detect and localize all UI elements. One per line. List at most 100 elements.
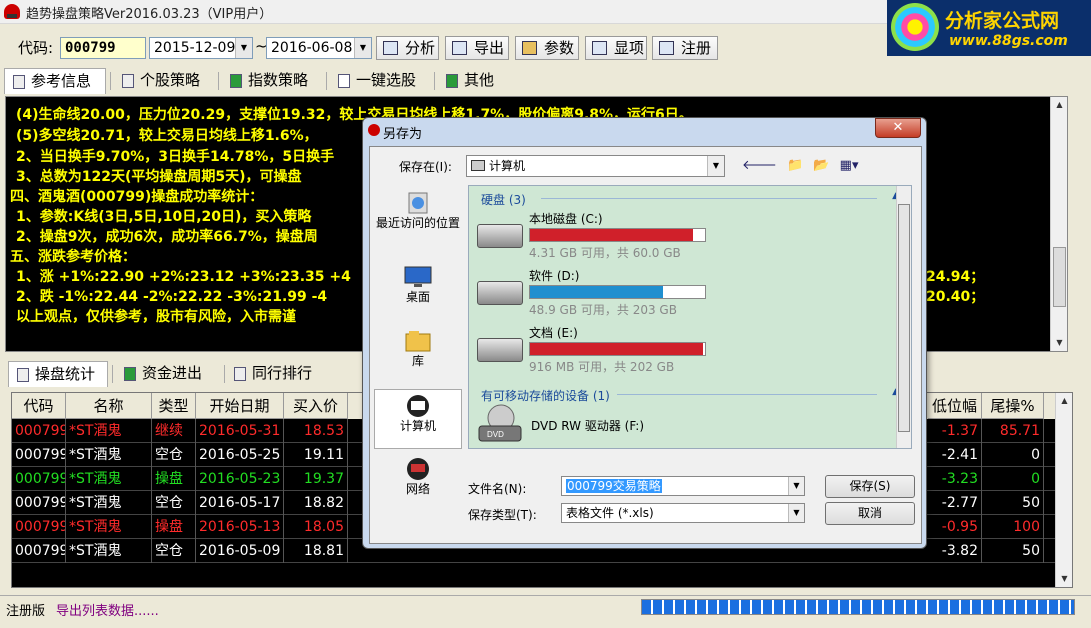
params-label: 参数 [544, 39, 575, 57]
tab-label: 参考信息 [31, 72, 92, 90]
place-desktop[interactable]: 桌面 [374, 261, 462, 321]
drive-usage-bar [529, 228, 706, 242]
place-label: 最近访问的位置 [375, 216, 460, 230]
save-button[interactable]: 保存(S) [825, 475, 915, 498]
settings-icon [522, 41, 537, 55]
chevron-down-icon[interactable]: ▼ [707, 156, 724, 176]
table-cell-code: 000799 [12, 491, 66, 515]
cancel-button[interactable]: 取消 [825, 502, 915, 525]
drive-usage-fill [530, 229, 693, 241]
tab-label: 同行排行 [252, 364, 313, 382]
new-folder-icon[interactable]: 📂 [813, 158, 829, 173]
view-menu-icon[interactable]: ▦▾ [840, 158, 859, 173]
console-line: 2、当日换手9.70%，3日换手14.78%，5日换手 [16, 149, 335, 165]
date-from-picker[interactable]: 2015-12-09 ▼ [149, 37, 253, 59]
dialog-title: 另存为 [383, 127, 423, 142]
table-cell-date: 2016-05-09 [196, 539, 284, 563]
console-line-right: 20.40； [926, 289, 985, 305]
code-input[interactable]: 000799 [60, 37, 146, 59]
table-scrollbar[interactable]: ▲ ▼ [1055, 393, 1072, 587]
drive-name: 软件 (D:) [529, 269, 580, 283]
save-in-value: 计算机 [489, 159, 526, 173]
site-logo: 分析家公式网 www.88gs.com [887, 0, 1091, 56]
filetype-select[interactable]: 表格文件 (*.xls) ▼ [561, 503, 805, 523]
drive-item[interactable]: 文档 (E:) 916 MB 可用，共 202 GB [477, 324, 897, 378]
tab-stock-strategy[interactable]: 个股策略 [114, 68, 214, 94]
tab-index-strategy[interactable]: 指数策略 [222, 68, 322, 94]
drive-item[interactable]: 软件 (D:) 48.9 GB 可用，共 203 GB [477, 267, 897, 321]
file-view-scrollbar[interactable] [896, 186, 911, 448]
save-in-combo[interactable]: 计算机 ▼ [466, 155, 725, 177]
filetype-value: 表格文件 (*.xls) [566, 506, 654, 520]
display-button[interactable]: 显项 [585, 36, 647, 60]
table-cell-type: 空仓 [152, 443, 196, 467]
column-header[interactable]: 类型 [152, 393, 196, 419]
drive-item[interactable]: 本地磁盘 (C:) 4.31 GB 可用，共 60.0 GB [477, 210, 897, 264]
tab-trade-stats[interactable]: 操盘统计 [8, 361, 108, 387]
export-button[interactable]: 导出 [445, 36, 509, 60]
display-label: 显项 [614, 39, 645, 57]
filename-input[interactable]: 000799交易策略 ▼ [561, 476, 805, 496]
column-header[interactable]: 低位幅 [928, 393, 982, 419]
chevron-down-icon[interactable]: ▼ [235, 38, 252, 58]
scroll-down-icon[interactable]: ▼ [1056, 571, 1072, 587]
column-header[interactable]: 买入价 [284, 393, 348, 419]
table-cell-low: -1.37 [928, 419, 982, 443]
scroll-thumb[interactable] [898, 204, 910, 432]
back-icon[interactable]: 🡐 [742, 158, 777, 173]
scroll-thumb[interactable] [1053, 247, 1066, 307]
save-in-label: 保存在(I): [399, 160, 452, 174]
folder-up-icon[interactable]: 📁 [787, 158, 803, 173]
tab-reference[interactable]: 参考信息 [4, 68, 106, 94]
place-library[interactable]: 库 [374, 325, 462, 385]
hard-drive-icon [477, 224, 523, 248]
table-cell-code: 000799 [12, 419, 66, 443]
console-line: 四、酒鬼酒(000799)操盘成功率统计： [10, 189, 264, 205]
scroll-down-icon[interactable]: ▼ [1051, 335, 1067, 351]
chevron-down-icon[interactable]: ▼ [788, 504, 804, 522]
place-network[interactable]: 网络 [374, 453, 462, 513]
app-icon [4, 4, 20, 19]
console-scrollbar[interactable]: ▲ ▼ [1050, 97, 1067, 351]
column-header[interactable]: 尾操% [982, 393, 1044, 419]
column-header[interactable]: 开始日期 [196, 393, 284, 419]
table-cell-name: *ST酒鬼 [66, 515, 152, 539]
tab-other[interactable]: 其他 [438, 68, 508, 94]
close-button[interactable]: ✕ [875, 118, 921, 138]
table-cell-tail: 0 [982, 467, 1044, 491]
drive-usage-bar [529, 285, 706, 299]
date-to-picker[interactable]: 2016-06-08 ▼ [266, 37, 372, 59]
console-line: 以上观点，仅供参考，股市有风险，入市需谨 [16, 309, 296, 325]
desktop-icon [404, 266, 432, 287]
chevron-down-icon[interactable]: ▼ [354, 38, 371, 58]
drive-usage-bar [529, 342, 706, 356]
tab-fund-flow[interactable]: 资金进出 [116, 361, 220, 387]
register-button[interactable]: 注册 [652, 36, 718, 60]
group-header-removable[interactable]: 有可移动存储的设备 (1) [481, 387, 610, 404]
table-cell-code: 000799 [12, 515, 66, 539]
table-cell-price: 18.81 [284, 539, 348, 563]
computer-icon [407, 395, 429, 417]
book-icon [230, 74, 242, 88]
drive-info: 4.31 GB 可用，共 60.0 GB [529, 246, 681, 260]
computer-icon [471, 160, 485, 171]
params-button[interactable]: 参数 [515, 36, 579, 60]
scroll-up-icon[interactable]: ▲ [1051, 97, 1067, 113]
column-header[interactable]: 代码 [12, 393, 66, 419]
group-header-hdd[interactable]: 硬盘 (3) [481, 191, 526, 208]
app-icon [368, 124, 380, 136]
dvd-drive-icon: DVD [478, 404, 522, 442]
tab-one-click-select[interactable]: 一键选股 [330, 68, 430, 94]
place-recent[interactable]: 最近访问的位置 [374, 187, 462, 249]
table-cell-code: 000799 [12, 467, 66, 491]
table-cell-tail: 85.71 [982, 419, 1044, 443]
date-to-value: 2016-06-08 [271, 40, 353, 56]
filename-label: 文件名(N): [468, 482, 527, 496]
analyze-button[interactable]: 分析 [376, 36, 439, 60]
chevron-down-icon[interactable]: ▼ [788, 477, 804, 495]
place-computer[interactable]: 计算机 [374, 389, 462, 449]
scroll-up-icon[interactable]: ▲ [1056, 393, 1072, 409]
column-header[interactable]: 名称 [66, 393, 152, 419]
nav-toolbar: 🡐 📁 📂 ▦▾ [742, 157, 858, 173]
tab-peer-ranking[interactable]: 同行排行 [226, 361, 330, 387]
